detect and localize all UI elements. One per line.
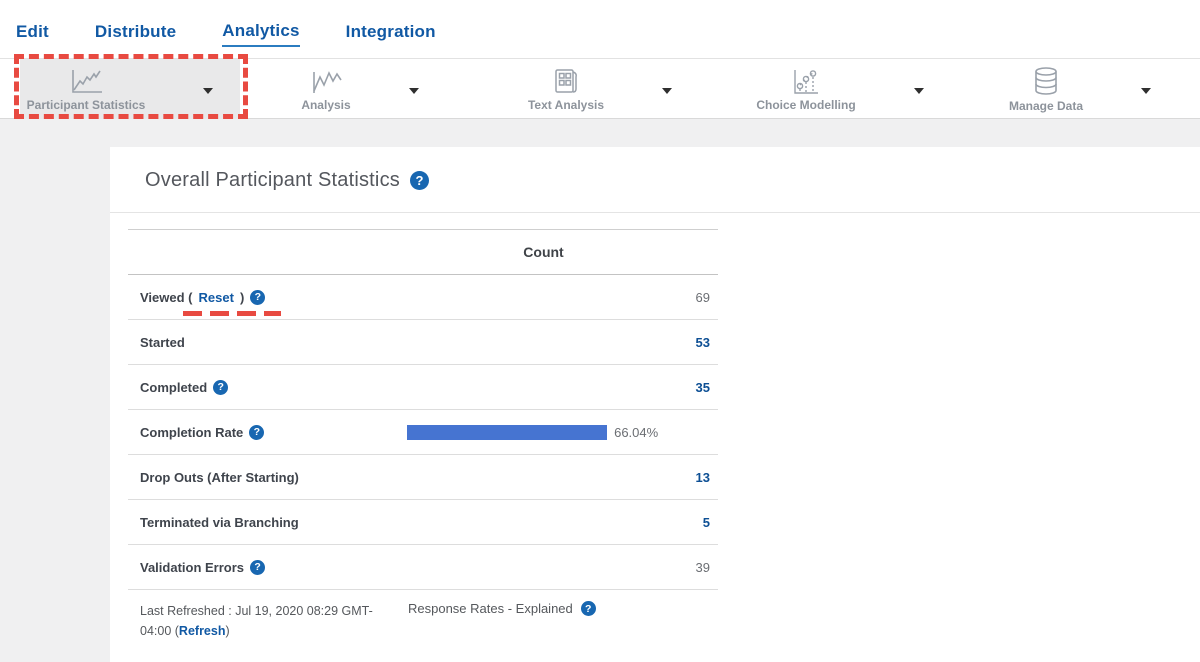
- dotted-chart-icon: [788, 67, 824, 95]
- help-icon[interactable]: [213, 380, 228, 395]
- paren-close: ): [225, 624, 229, 638]
- table-footer: Last Refreshed : Jul 19, 2020 08:29 GMT-…: [128, 590, 718, 641]
- table-row-terminated: Terminated via Branching 5: [128, 500, 718, 545]
- analytics-toolbar: Participant Statistics Analysis: [0, 59, 1200, 119]
- card-header: Overall Participant Statistics: [110, 147, 1200, 192]
- help-icon[interactable]: [581, 601, 596, 616]
- last-refreshed-text: Last Refreshed : Jul 19, 2020 08:29: [140, 604, 338, 618]
- response-rates-label: Response Rates - Explained: [408, 601, 573, 616]
- page-content: Overall Participant Statistics Count Vie…: [0, 119, 1200, 662]
- table-row-started: Started 53: [128, 320, 718, 365]
- row-value: 69: [680, 290, 710, 305]
- help-icon[interactable]: [410, 171, 429, 190]
- page-title: Overall Participant Statistics: [145, 169, 400, 192]
- row-label: Started: [140, 335, 185, 350]
- toolbar-item-manage-data[interactable]: Manage Data: [960, 59, 1200, 119]
- nav-item-distribute[interactable]: Distribute: [95, 22, 176, 46]
- row-value[interactable]: 5: [680, 515, 710, 530]
- statistics-card: Overall Participant Statistics Count Vie…: [110, 147, 1200, 662]
- row-label: Terminated via Branching: [140, 515, 299, 530]
- row-value: 39: [680, 560, 710, 575]
- toolbar-item-text-analysis[interactable]: Text Analysis: [480, 59, 720, 119]
- help-icon[interactable]: [250, 560, 265, 575]
- completion-rate-value: 66.04%: [614, 425, 658, 440]
- row-label: Validation Errors: [140, 560, 244, 575]
- response-rates-explained: Response Rates - Explained: [408, 601, 596, 616]
- refresh-link[interactable]: Refresh: [179, 624, 226, 638]
- toolbar-item-label: Analysis: [301, 98, 350, 112]
- table-row-completed: Completed 35: [128, 365, 718, 410]
- toolbar-item-analysis[interactable]: Analysis: [240, 59, 480, 119]
- completion-rate-bar: 66.04%: [407, 425, 710, 440]
- newspaper-icon: [548, 67, 584, 95]
- nav-item-analytics[interactable]: Analytics: [222, 21, 299, 47]
- chevron-down-icon[interactable]: [662, 88, 672, 94]
- participant-statistics-table: Count Viewed ( Reset ) 69 Started 53: [128, 229, 718, 590]
- row-label: Completed: [140, 380, 207, 395]
- table-row-drop-outs: Drop Outs (After Starting) 13: [128, 455, 718, 500]
- database-icon: [1028, 66, 1064, 96]
- nav-item-edit[interactable]: Edit: [16, 22, 49, 46]
- row-label: Completion Rate: [140, 425, 243, 440]
- chevron-down-icon[interactable]: [914, 88, 924, 94]
- reset-link[interactable]: Reset: [199, 290, 234, 305]
- help-icon[interactable]: [250, 290, 265, 305]
- toolbar-item-participant-statistics[interactable]: Participant Statistics: [0, 59, 240, 119]
- line-chart-icon: [68, 67, 104, 95]
- completion-rate-bar-fill: [407, 425, 607, 440]
- row-value[interactable]: 35: [680, 380, 710, 395]
- zigzag-chart-icon: [308, 67, 344, 95]
- chevron-down-icon[interactable]: [203, 88, 213, 94]
- toolbar-item-label: Manage Data: [1009, 99, 1083, 113]
- annotation-dashed-underline: [183, 311, 281, 316]
- row-label: Viewed (: [140, 290, 193, 305]
- chevron-down-icon[interactable]: [409, 88, 419, 94]
- row-value[interactable]: 13: [680, 470, 710, 485]
- table-row-viewed: Viewed ( Reset ) 69: [128, 275, 718, 320]
- table-row-completion-rate: Completion Rate 66.04%: [128, 410, 718, 455]
- count-column-header: Count: [407, 244, 680, 260]
- last-refreshed: Last Refreshed : Jul 19, 2020 08:29 GMT-…: [140, 601, 396, 641]
- nav-item-integration[interactable]: Integration: [346, 22, 436, 46]
- toolbar-item-label: Choice Modelling: [756, 98, 855, 112]
- row-label-suffix: ): [240, 290, 244, 305]
- help-icon[interactable]: [249, 425, 264, 440]
- header-divider: [110, 212, 1200, 213]
- toolbar-item-label: Text Analysis: [528, 98, 604, 112]
- table-header-row: Count: [128, 230, 718, 275]
- toolbar-item-label: Participant Statistics: [27, 98, 146, 112]
- chevron-down-icon[interactable]: [1141, 88, 1151, 94]
- row-label: Drop Outs (After Starting): [140, 470, 299, 485]
- table-row-validation-errors: Validation Errors 39: [128, 545, 718, 590]
- top-nav: Edit Distribute Analytics Integration: [0, 0, 1200, 59]
- row-value[interactable]: 53: [680, 335, 710, 350]
- toolbar-item-choice-modelling[interactable]: Choice Modelling: [720, 59, 960, 119]
